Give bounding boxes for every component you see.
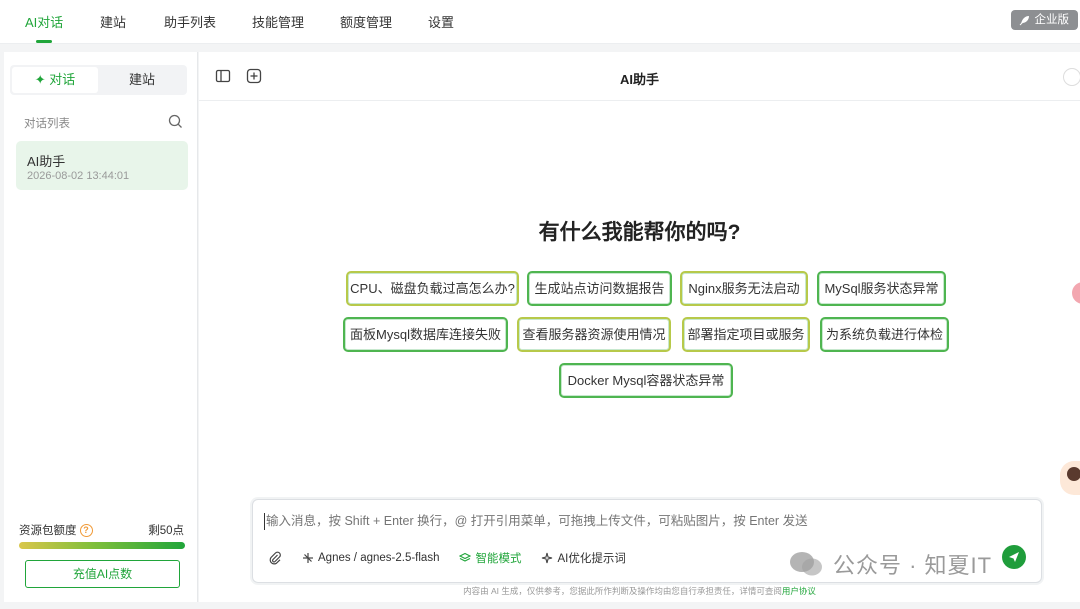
nav-quota-management[interactable]: 额度管理	[340, 12, 392, 31]
attach-button[interactable]	[268, 551, 282, 565]
suggestion-chip[interactable]: CPU、磁盘负载过高怎么办?	[346, 271, 519, 306]
page-title: AI助手	[619, 72, 659, 87]
suggestion-chip[interactable]: 查看服务器资源使用情况	[517, 317, 671, 352]
nav-active-indicator	[36, 40, 52, 43]
smart-mode-toggle[interactable]: 智能模式	[459, 550, 521, 566]
model-label: Agnes / agnes-2.5-flash	[318, 552, 440, 564]
suggestion-chip[interactable]: Nginx服务无法启动	[680, 271, 808, 306]
tab-chat-label: 对话	[49, 72, 76, 87]
tab-site[interactable]: 建站	[99, 67, 185, 93]
help-icon[interactable]: ?	[79, 523, 93, 537]
composer-toolbar: Agnes / agnes-2.5-flash 智能模式 AI优化提示词	[268, 550, 646, 566]
optimize-prompt-label: AI优化提示词	[557, 553, 626, 565]
suggestion-chip[interactable]: 为系统负载进行体检	[820, 317, 949, 352]
top-nav: AI对话 建站 助手列表 技能管理 额度管理 设置 企业版	[0, 0, 1080, 44]
status-circle-icon[interactable]	[1063, 68, 1080, 86]
enterprise-badge[interactable]: 企业版	[1010, 10, 1078, 30]
send-button[interactable]	[1002, 545, 1026, 569]
layers-icon	[459, 552, 472, 562]
welcome-heading: 有什么我能帮你的吗?	[538, 221, 741, 244]
chat-item-time: 2026-08-02 13:44:01	[27, 170, 130, 182]
message-input[interactable]	[264, 513, 1024, 530]
quota-progress-bar	[19, 542, 185, 549]
watermark: 公众号 · 知夏IT	[787, 548, 992, 580]
main-header: AI助手	[199, 52, 1080, 101]
tab-chat[interactable]: ✦ 对话	[12, 67, 98, 93]
nav-settings[interactable]: 设置	[428, 12, 454, 31]
ai-disclaimer: 内容由 AI 生成，仅供参考，您据此所作判断及操作均由您自行承担责任，详情可查阅…	[199, 585, 1080, 597]
smart-mode-label: 智能模式	[475, 553, 522, 565]
main-panel: AI助手 有什么我能帮你的吗? CPU、磁盘负载过高怎么办? 生成站点访问数据报…	[199, 52, 1080, 602]
support-avatar[interactable]	[1060, 461, 1080, 495]
paperclip-icon	[269, 551, 281, 565]
chat-list-item[interactable]: AI助手 2026-08-02 13:44:01	[16, 141, 188, 190]
chat-list-header: 对话列表	[24, 118, 70, 130]
enterprise-badge-label: 企业版	[1034, 14, 1070, 26]
suggestion-chip[interactable]: Docker Mysql容器状态异常	[559, 363, 733, 398]
nav-assistant-list[interactable]: 助手列表	[164, 12, 216, 31]
optimize-prompt-button[interactable]: AI优化提示词	[541, 550, 626, 566]
nav-ai-chat[interactable]: AI对话	[25, 12, 63, 31]
quota-remaining: 剩50点	[148, 525, 184, 537]
suggestion-chip[interactable]: 生成站点访问数据报告	[527, 271, 672, 306]
leaf-icon	[1019, 16, 1029, 26]
sidebar: ✦ 对话 建站 对话列表 AI助手 2026-08-02 13:44:01 资源…	[4, 52, 198, 602]
suggestion-chip[interactable]: 面板Mysql数据库连接失败	[343, 317, 508, 352]
model-selector[interactable]: Agnes / agnes-2.5-flash	[302, 552, 439, 564]
send-icon	[1009, 552, 1019, 562]
quota-progress-fill	[19, 542, 185, 549]
suggestion-chip[interactable]: MySql服务状态异常	[817, 271, 946, 306]
agent-icon	[303, 553, 313, 563]
floating-helper-icon[interactable]	[1072, 282, 1080, 304]
nav-skill-management[interactable]: 技能管理	[252, 12, 304, 31]
user-agreement-link[interactable]: 用户协议	[782, 586, 816, 596]
search-icon[interactable]	[168, 114, 183, 129]
sidebar-segment: ✦ 对话 建站	[10, 65, 187, 95]
wechat-icon	[790, 552, 822, 576]
watermark-text: 公众号 · 知夏IT	[833, 553, 993, 578]
recharge-button[interactable]: 充值AI点数	[25, 560, 180, 588]
quota-label: 资源包额度 ?	[19, 522, 93, 538]
sparkle-icon: ✦	[34, 72, 50, 87]
sparkle-icon	[542, 552, 553, 564]
suggestion-chip[interactable]: 部署指定项目或服务	[682, 317, 810, 352]
chat-item-title: AI助手	[27, 154, 66, 169]
disclaimer-text: 内容由 AI 生成，仅供参考，您据此所作判断及操作均由您自行承担责任，详情可查阅	[463, 586, 782, 596]
nav-build-site[interactable]: 建站	[100, 12, 126, 31]
quota-label-text: 资源包额度	[19, 525, 77, 537]
